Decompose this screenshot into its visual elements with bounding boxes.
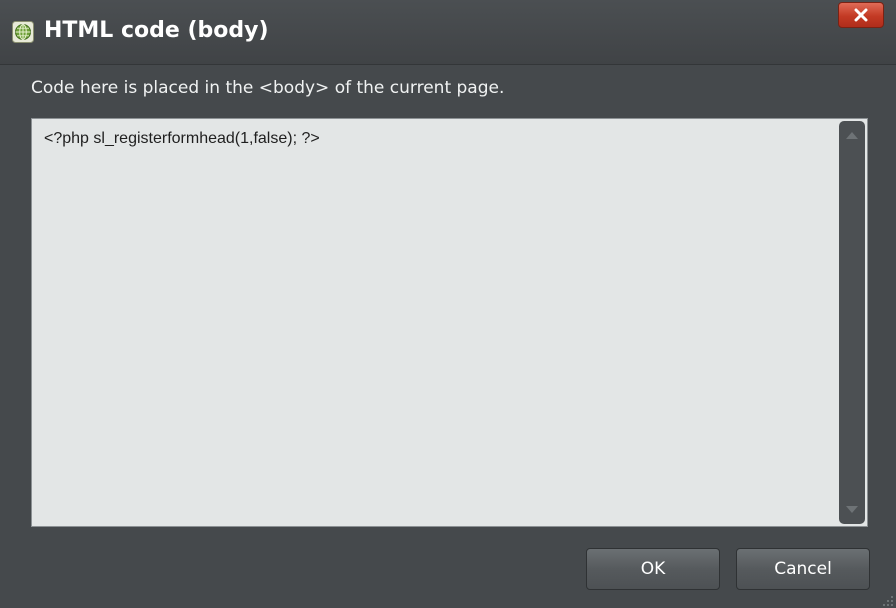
close-button[interactable] [838,2,884,28]
html-code-dialog: HTML code (body) Code here is placed in … [0,0,896,608]
ok-button[interactable]: OK [586,548,720,590]
instruction-text: Code here is placed in the <body> of the… [31,78,505,98]
vertical-scrollbar[interactable] [839,121,865,524]
code-editor[interactable]: <?php sl_registerformhead(1,false); ?> [31,118,868,527]
scroll-up-icon[interactable] [846,132,858,139]
close-icon [854,8,868,22]
globe-grid-icon [12,21,34,43]
scroll-down-icon[interactable] [846,506,858,513]
title-bar[interactable]: HTML code (body) [0,0,896,65]
resize-grip-icon[interactable] [880,592,894,606]
code-editor-content[interactable]: <?php sl_registerformhead(1,false); ?> [44,130,320,148]
cancel-button[interactable]: Cancel [736,548,870,590]
dialog-title: HTML code (body) [44,18,269,43]
